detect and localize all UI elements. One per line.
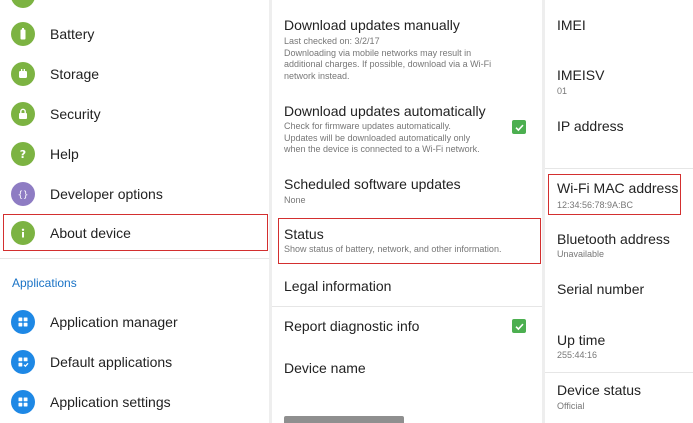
sidebar-item-default-applications[interactable]: Default applications <box>0 342 269 382</box>
list-item-status[interactable]: Status Show status of battery, network, … <box>272 216 542 266</box>
item-value: Official <box>557 401 585 411</box>
section-header-applications: Applications <box>12 276 77 290</box>
item-title: Up time <box>557 332 606 348</box>
item-subtitle: Last checked on: 3/2/17 Downloading via … <box>284 36 512 82</box>
svg-text:{}: {} <box>18 191 29 201</box>
item-title: IMEISV <box>557 67 605 83</box>
sidebar-item-label: Help <box>50 146 79 162</box>
info-item-imei[interactable]: IMEI <box>545 0 693 50</box>
item-value: 12:34:56:78:9A:BC <box>557 200 634 210</box>
item-value: 01 <box>557 86 568 96</box>
subtitle-line: Show status of battery, network, and oth… <box>284 244 502 254</box>
subtitle-line: None <box>284 195 306 205</box>
sidebar-item-about-device[interactable]: About device <box>0 213 269 253</box>
info-item-bluetooth[interactable]: Bluetooth address Unavailable <box>545 222 693 272</box>
item-title: Legal information <box>284 278 392 294</box>
item-subtitle: Check for firmware updates automatically… <box>284 121 512 156</box>
sidebar-item-label: Default applications <box>50 354 173 370</box>
status-info-panel: IMEI IMEISV 01 IP address Wi-Fi MAC addr… <box>545 0 693 423</box>
item-title: Bluetooth address <box>557 231 670 247</box>
checkmark-icon <box>514 124 524 131</box>
item-title: Scheduled software updates <box>284 176 461 192</box>
diagnostic-checkbox[interactable] <box>512 319 526 333</box>
item-title: Wi-Fi MAC address <box>557 180 679 196</box>
sidebar-item-help[interactable]: ? Help <box>0 134 269 174</box>
item-subtitle: Show status of battery, network, and oth… <box>284 244 534 256</box>
sidebar-item-application-settings[interactable]: Application settings <box>0 382 269 422</box>
info-item-wifi-mac[interactable]: Wi-Fi MAC address 12:34:56:78:9A:BC <box>545 170 693 220</box>
subtitle-line: additional charges. If possible, downloa… <box>284 59 492 69</box>
sidebar-item-label: About device <box>50 225 131 241</box>
info-item-ip-address[interactable]: IP address <box>545 104 693 168</box>
battery-icon <box>11 22 35 46</box>
subtitle-line: network instead. <box>284 70 350 81</box>
subtitle-line: when the device is connected to a Wi-Fi … <box>284 144 480 154</box>
info-item-device-status[interactable]: Device status Official <box>545 373 693 423</box>
sidebar-item-label: Developer options <box>50 186 163 202</box>
checkmark-icon <box>514 323 524 330</box>
sidebar-item-label: Security <box>50 106 101 122</box>
info-icon <box>11 221 35 245</box>
apps-grid-check-icon <box>11 350 35 374</box>
sidebar-item-developer-options[interactable]: {} Developer options <box>0 174 269 214</box>
item-title: IP address <box>557 118 624 134</box>
partial-text-stub <box>284 416 404 423</box>
storage-icon <box>11 62 35 86</box>
settings-menu-panel: Battery Storage Security ? Help {} Devel… <box>0 0 269 423</box>
sidebar-item-label: Storage <box>50 66 100 82</box>
apps-grid-icon <box>11 310 35 334</box>
list-item-partial <box>272 410 542 423</box>
item-title: Device status <box>557 382 642 398</box>
item-title: Status <box>284 226 324 242</box>
sidebar-item-label: Battery <box>50 26 95 42</box>
sidebar-item-battery[interactable]: Battery <box>0 14 269 54</box>
sidebar-item-application-manager[interactable]: Application manager <box>0 302 269 342</box>
item-title: Download updates automatically <box>284 103 486 119</box>
section-divider <box>0 258 269 259</box>
sidebar-item-storage[interactable]: Storage <box>0 54 269 94</box>
item-title: Report diagnostic info <box>284 318 420 334</box>
list-item-legal-information[interactable]: Legal information <box>272 266 542 306</box>
item-title: Serial number <box>557 281 645 297</box>
sidebar-item-label: Application manager <box>50 314 178 330</box>
info-item-up-time[interactable]: Up time 255:44:16 <box>545 322 693 372</box>
svg-text:?: ? <box>20 148 26 161</box>
list-item-scheduled-updates[interactable]: Scheduled software updates None <box>272 165 542 215</box>
help-icon: ? <box>11 142 35 166</box>
list-item-download-automatically[interactable]: Download updates automatically Check for… <box>272 94 542 162</box>
row-divider <box>545 168 693 169</box>
item-title: Download updates manually <box>284 17 460 33</box>
auto-update-checkbox[interactable] <box>512 120 526 134</box>
subtitle-line: Updates will be downloaded automatically… <box>284 132 471 143</box>
sidebar-item-security[interactable]: Security <box>0 94 269 134</box>
item-value: Unavailable <box>557 249 605 259</box>
software-update-panel: Download updates manually Last checked o… <box>272 0 542 423</box>
info-item-serial-number[interactable]: Serial number <box>545 272 693 322</box>
list-item-download-manually[interactable]: Download updates manually Last checked o… <box>272 0 542 92</box>
braces-icon: {} <box>11 182 35 206</box>
subtitle-line: Last checked on: 3/2/17 <box>284 36 380 46</box>
partial-top-icon <box>11 0 35 8</box>
apps-grid-icon <box>11 390 35 414</box>
info-item-imeisv[interactable]: IMEISV 01 <box>545 50 693 102</box>
item-title: Device name <box>284 360 366 376</box>
item-title: IMEI <box>557 17 586 33</box>
list-item-report-diagnostic[interactable]: Report diagnostic info <box>272 307 542 347</box>
subtitle-line: Downloading via mobile networks may resu… <box>284 47 472 58</box>
item-subtitle: None <box>284 195 512 207</box>
subtitle-line: Check for firmware updates automatically… <box>284 121 451 131</box>
list-item-device-name[interactable]: Device name <box>272 348 542 388</box>
sidebar-item-label: Application settings <box>50 394 171 410</box>
item-value: 255:44:16 <box>557 350 598 360</box>
lock-icon <box>11 102 35 126</box>
